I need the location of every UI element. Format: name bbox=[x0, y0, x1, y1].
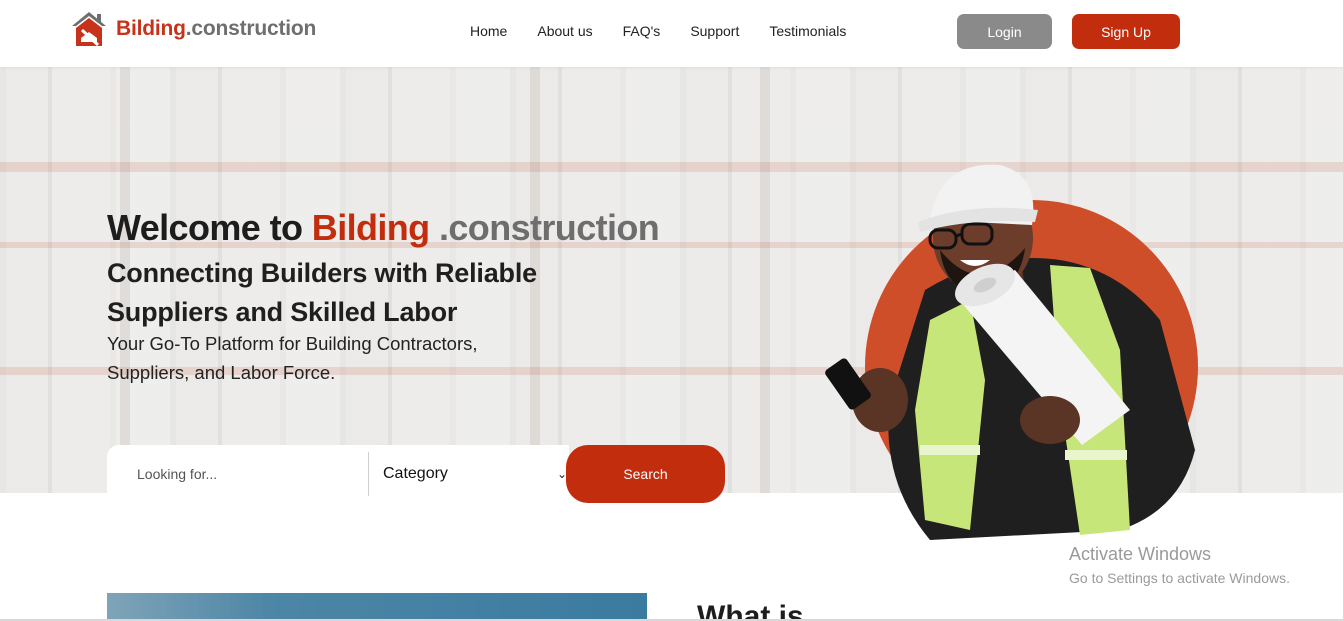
construction-worker-image bbox=[825, 164, 1195, 540]
activate-windows-watermark: Activate Windows bbox=[1069, 544, 1212, 564]
activate-windows-hint: Go to Settings to activate Windows. bbox=[1069, 570, 1290, 586]
hero-title-brand: Bilding bbox=[311, 207, 430, 248]
search-bar: Category ⌄ Search bbox=[107, 445, 725, 503]
nav-testimonials-link[interactable]: Testimonials bbox=[769, 23, 846, 39]
house-logo-icon bbox=[72, 12, 106, 47]
nav-about-link[interactable]: About us bbox=[537, 23, 592, 39]
signup-button[interactable]: Sign Up bbox=[1072, 14, 1180, 49]
category-select[interactable]: Category ⌄ bbox=[369, 445, 569, 503]
hero-bg-post bbox=[760, 67, 770, 493]
hero-title: Welcome to Bilding .construction bbox=[107, 207, 660, 249]
hero-title-prefix: Welcome to bbox=[107, 207, 303, 248]
logo[interactable]: Bilding.construction bbox=[68, 8, 316, 50]
logo-suffix: .construction bbox=[185, 17, 317, 40]
hero-subtitle: Connecting Builders with Reliable Suppli… bbox=[107, 258, 537, 327]
about-heading: What is bbox=[697, 600, 804, 621]
logo-brand: Bilding bbox=[116, 17, 186, 40]
search-button[interactable]: Search bbox=[566, 445, 725, 503]
search-input[interactable] bbox=[107, 445, 369, 503]
login-button[interactable]: Login bbox=[957, 14, 1052, 49]
main-menu: Home About us FAQ's Support Testimonials bbox=[470, 23, 876, 39]
hero-title-suffix: .construction bbox=[438, 207, 660, 248]
logo-text: Bilding.construction bbox=[116, 17, 316, 41]
about-image bbox=[107, 593, 647, 619]
hero-tagline: Your Go-To Platform for Building Contrac… bbox=[107, 333, 478, 383]
nav-home-link[interactable]: Home bbox=[470, 23, 507, 39]
page: Bilding.construction Home About us FAQ's… bbox=[0, 0, 1344, 621]
nav-faq-link[interactable]: FAQ's bbox=[623, 23, 661, 39]
nav-support-link[interactable]: Support bbox=[690, 23, 739, 39]
category-select-value: Category bbox=[383, 465, 448, 482]
top-navbar: Bilding.construction Home About us FAQ's… bbox=[0, 0, 1343, 67]
